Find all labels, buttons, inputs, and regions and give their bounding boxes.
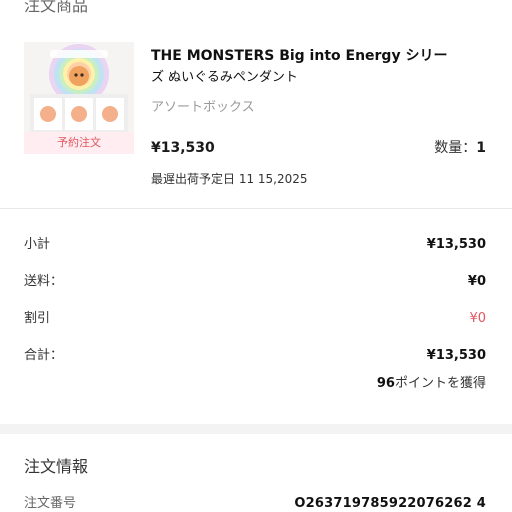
points-earned: 96ポイントを獲得	[377, 374, 486, 394]
section-separator	[0, 424, 512, 434]
product-price: ¥13,530	[151, 140, 215, 156]
subtotal-row: 小計 ¥13,530	[24, 235, 488, 255]
total-row: 合計： ¥13,530	[24, 346, 488, 366]
preorder-badge: 予約注文	[24, 132, 134, 154]
section-title-ordered-items: 注文商品	[24, 0, 89, 15]
divider	[0, 208, 512, 209]
order-number-row: 注文番号 O263719785922076262 4	[24, 494, 488, 512]
discount-label: 割引	[24, 311, 51, 326]
latest-ship-date: 最遅出荷予定日 11 15,2025	[151, 172, 308, 186]
discount-value: ¥0	[469, 311, 486, 326]
discount-row: 割引 ¥0	[24, 309, 488, 329]
quantity-value: 1	[476, 140, 486, 156]
product-quantity: 数量：1	[434, 138, 486, 158]
subtotal-value: ¥13,530	[426, 237, 486, 252]
order-detail-page: 注文商品 予約注文 THE MONSTERS Big into Energy シ…	[0, 0, 512, 512]
shipping-value: ¥0	[467, 274, 486, 289]
product-variant: アソートボックス	[151, 100, 255, 115]
product-name[interactable]: THE MONSTERS Big into Energy シリー ズ ぬいぐるみ…	[151, 45, 491, 89]
subtotal-label: 小計	[24, 237, 51, 252]
order-number-label: 注文番号	[24, 496, 77, 511]
order-info-title: 注文情報	[24, 457, 89, 476]
points-text: ポイントを獲得	[394, 376, 486, 391]
total-label: 合計：	[24, 348, 64, 363]
order-number-value[interactable]: O263719785922076262 4	[294, 494, 486, 512]
product-card[interactable]: 予約注文 THE MONSTERS Big into Energy シリー ズ …	[24, 42, 488, 192]
shipping-label: 送料：	[24, 274, 64, 289]
points-number: 96	[376, 376, 395, 391]
product-name-line2: ズ ぬいぐるみペンダント	[151, 70, 298, 85]
quantity-label: 数量：	[434, 140, 477, 156]
total-value: ¥13,530	[426, 348, 486, 363]
shipping-row: 送料： ¥0	[24, 272, 488, 292]
product-thumbnail[interactable]: 予約注文	[24, 42, 134, 154]
product-name-line1: THE MONSTERS Big into Energy シリー	[151, 48, 448, 64]
